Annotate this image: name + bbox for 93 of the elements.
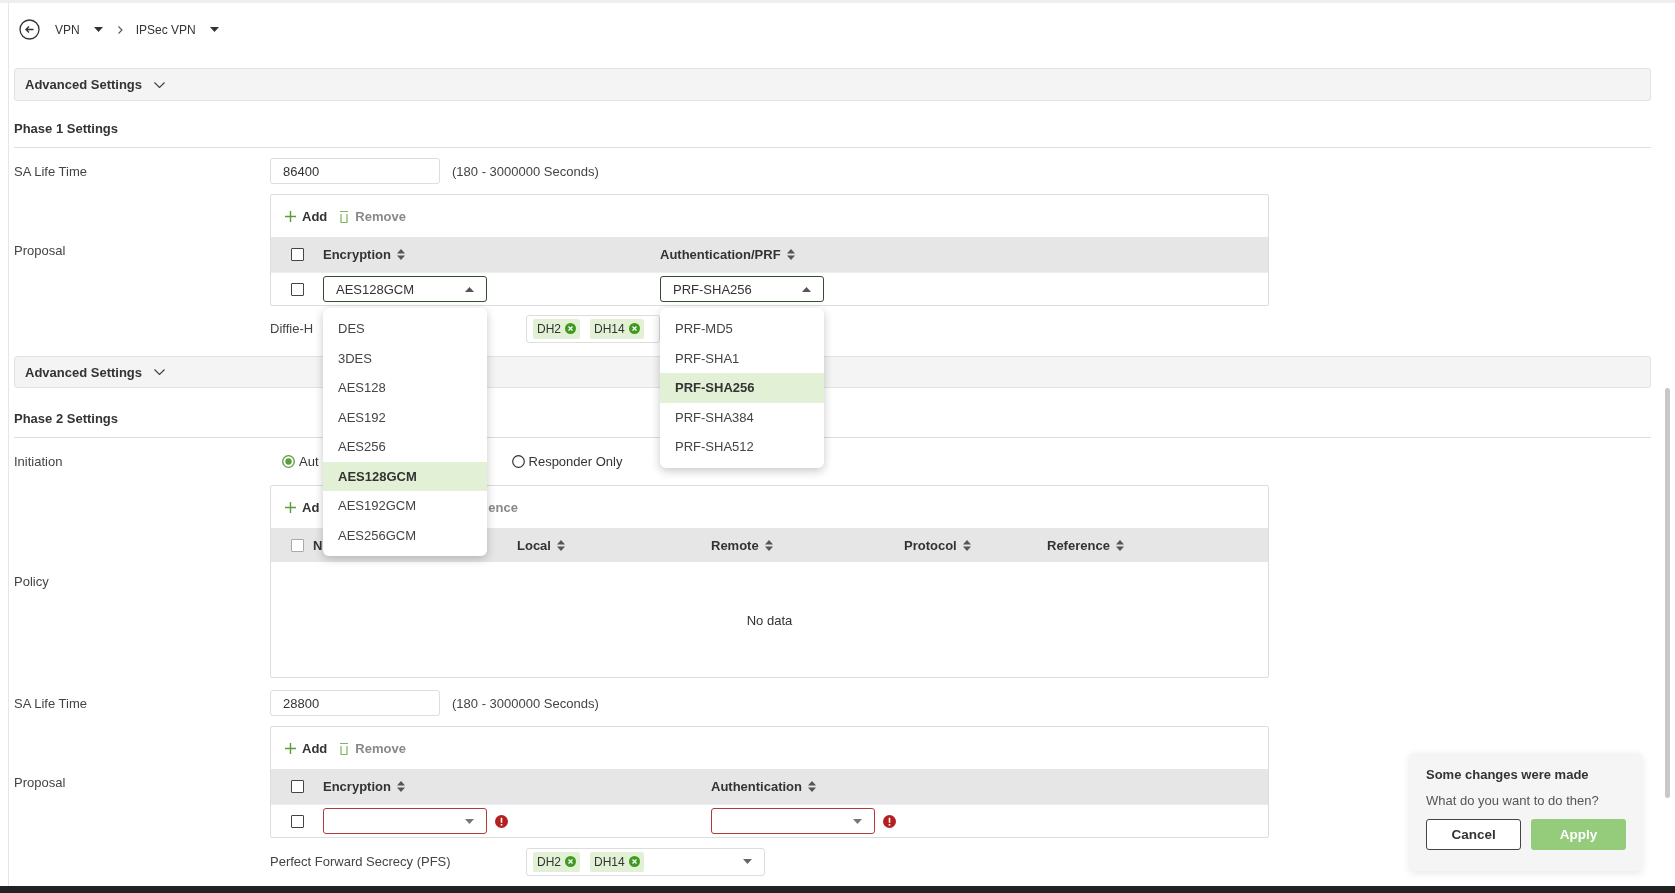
checkbox[interactable] xyxy=(290,814,304,828)
chevron-down-icon xyxy=(154,81,166,88)
column-header[interactable]: Authentication xyxy=(711,779,802,794)
dropdown-option[interactable]: DES xyxy=(323,314,487,344)
caret-icon xyxy=(93,27,103,32)
plus-icon xyxy=(285,742,296,754)
column-header[interactable]: Protocol xyxy=(904,537,957,553)
caret-icon xyxy=(209,27,219,32)
field-label: Perfect Forward Secrecy (PFS) xyxy=(270,854,451,869)
plus-icon xyxy=(285,210,296,222)
caret-icon xyxy=(802,286,811,292)
checkbox[interactable] xyxy=(290,248,304,261)
breadcrumb-dropdown[interactable]: VPN xyxy=(55,22,103,37)
dropdown-option[interactable]: AES192GCM xyxy=(323,491,487,521)
checkbox[interactable] xyxy=(290,282,304,296)
caret-icon xyxy=(465,286,474,292)
back-icon[interactable] xyxy=(19,19,40,40)
field-label: Proposal xyxy=(14,774,67,790)
dropdown-option[interactable]: PRF-SHA512 xyxy=(660,432,824,462)
collapse-bar[interactable]: Advanced Settings xyxy=(14,68,1651,101)
plus-icon xyxy=(285,501,296,513)
dropdown-option[interactable]: AES128GCM xyxy=(323,461,487,491)
tag-label: DH14 xyxy=(594,321,625,336)
sort-icon xyxy=(808,781,816,792)
dropdown-option[interactable]: 3DES xyxy=(323,343,487,373)
add-button[interactable]: Add xyxy=(285,208,328,224)
input-field[interactable]: 86400 xyxy=(270,158,440,184)
breadcrumb-dropdown[interactable]: IPSec VPN xyxy=(135,22,219,37)
column-header[interactable]: Reference xyxy=(1047,537,1110,553)
field-label: SA Life Time xyxy=(14,695,88,711)
add-button[interactable]: Add xyxy=(285,740,328,756)
tag-label: DH2 xyxy=(537,321,561,336)
column-header[interactable]: N xyxy=(313,537,323,553)
column-header[interactable]: Encryption xyxy=(323,779,391,794)
add-button[interactable]: Ad xyxy=(285,499,320,515)
field-label: Proposal xyxy=(14,242,67,258)
error-icon xyxy=(883,814,896,828)
scrollbar-thumb[interactable] xyxy=(1665,388,1670,798)
dropdown-option[interactable]: AES256GCM xyxy=(323,520,487,550)
dropdown-select[interactable]: AES128GCM xyxy=(323,276,487,302)
chevron-right-icon xyxy=(117,25,123,34)
remove-icon[interactable] xyxy=(565,856,576,867)
dropdown-option[interactable]: AES128 xyxy=(323,373,487,403)
checkbox[interactable] xyxy=(290,538,304,552)
range-hint: (180 - 3000000 Seconds) xyxy=(452,695,599,711)
sort-icon xyxy=(962,539,971,551)
column-header[interactable]: Remote xyxy=(711,537,759,553)
sort-icon xyxy=(786,249,795,260)
checkbox[interactable] xyxy=(290,780,304,793)
caret-icon xyxy=(465,818,474,824)
sort-icon xyxy=(396,781,405,792)
empty-message: No data xyxy=(745,611,794,630)
radio-option[interactable]: Aut xyxy=(282,453,319,469)
sort-icon xyxy=(396,249,405,260)
field-label: Initiation xyxy=(14,453,64,469)
tag-select[interactable]: DH2 DH14 xyxy=(526,847,765,876)
notification-title: Some changes were made xyxy=(1426,767,1590,782)
tag-label: DH14 xyxy=(594,854,625,869)
dropdown-option[interactable]: PRF-SHA384 xyxy=(660,402,824,432)
dropdown-option[interactable]: AES192 xyxy=(323,402,487,432)
trash-icon xyxy=(339,209,350,223)
dropdown-select[interactable]: PRF-SHA256 xyxy=(660,276,824,302)
field-label: Policy xyxy=(14,574,50,589)
dropdown-select[interactable] xyxy=(323,808,487,834)
remove-icon[interactable] xyxy=(565,323,576,334)
field-label: SA Life Time xyxy=(14,163,88,179)
column-header[interactable]: Encryption xyxy=(323,247,391,262)
section-title: Phase 1 Settings xyxy=(14,101,1651,148)
dropdown-select[interactable] xyxy=(711,808,875,834)
sort-icon xyxy=(556,539,565,551)
chevron-down-icon xyxy=(154,369,166,375)
dropdown-option[interactable]: PRF-MD5 xyxy=(660,314,824,344)
range-hint: (180 - 3000000 Seconds) xyxy=(452,163,599,179)
error-icon xyxy=(495,814,508,828)
sort-icon xyxy=(764,539,773,551)
caret-icon xyxy=(743,859,752,864)
remove-icon[interactable] xyxy=(628,323,640,334)
input-field[interactable]: 28800 xyxy=(270,690,440,716)
remove-icon[interactable] xyxy=(628,856,640,867)
notification-message: What do you want to do then? xyxy=(1426,793,1600,808)
sort-icon xyxy=(1115,539,1124,551)
column-header[interactable]: Authentication/PRF xyxy=(660,247,781,262)
caret-icon xyxy=(853,818,862,824)
dropdown-option[interactable]: AES256 xyxy=(323,432,487,462)
column-header[interactable]: Local xyxy=(517,537,551,553)
tag-select[interactable]: DH2 DH14 xyxy=(526,314,660,343)
dropdown-option[interactable]: PRF-SHA256 xyxy=(660,373,824,403)
dropdown-option[interactable]: PRF-SHA1 xyxy=(660,343,824,373)
tag-label: DH2 xyxy=(537,854,561,869)
trash-icon xyxy=(339,741,350,755)
cancel-button[interactable]: Cancel xyxy=(1426,819,1522,850)
radio-option[interactable]: Responder Only xyxy=(511,453,623,469)
field-label: Diffie-H xyxy=(270,321,314,336)
